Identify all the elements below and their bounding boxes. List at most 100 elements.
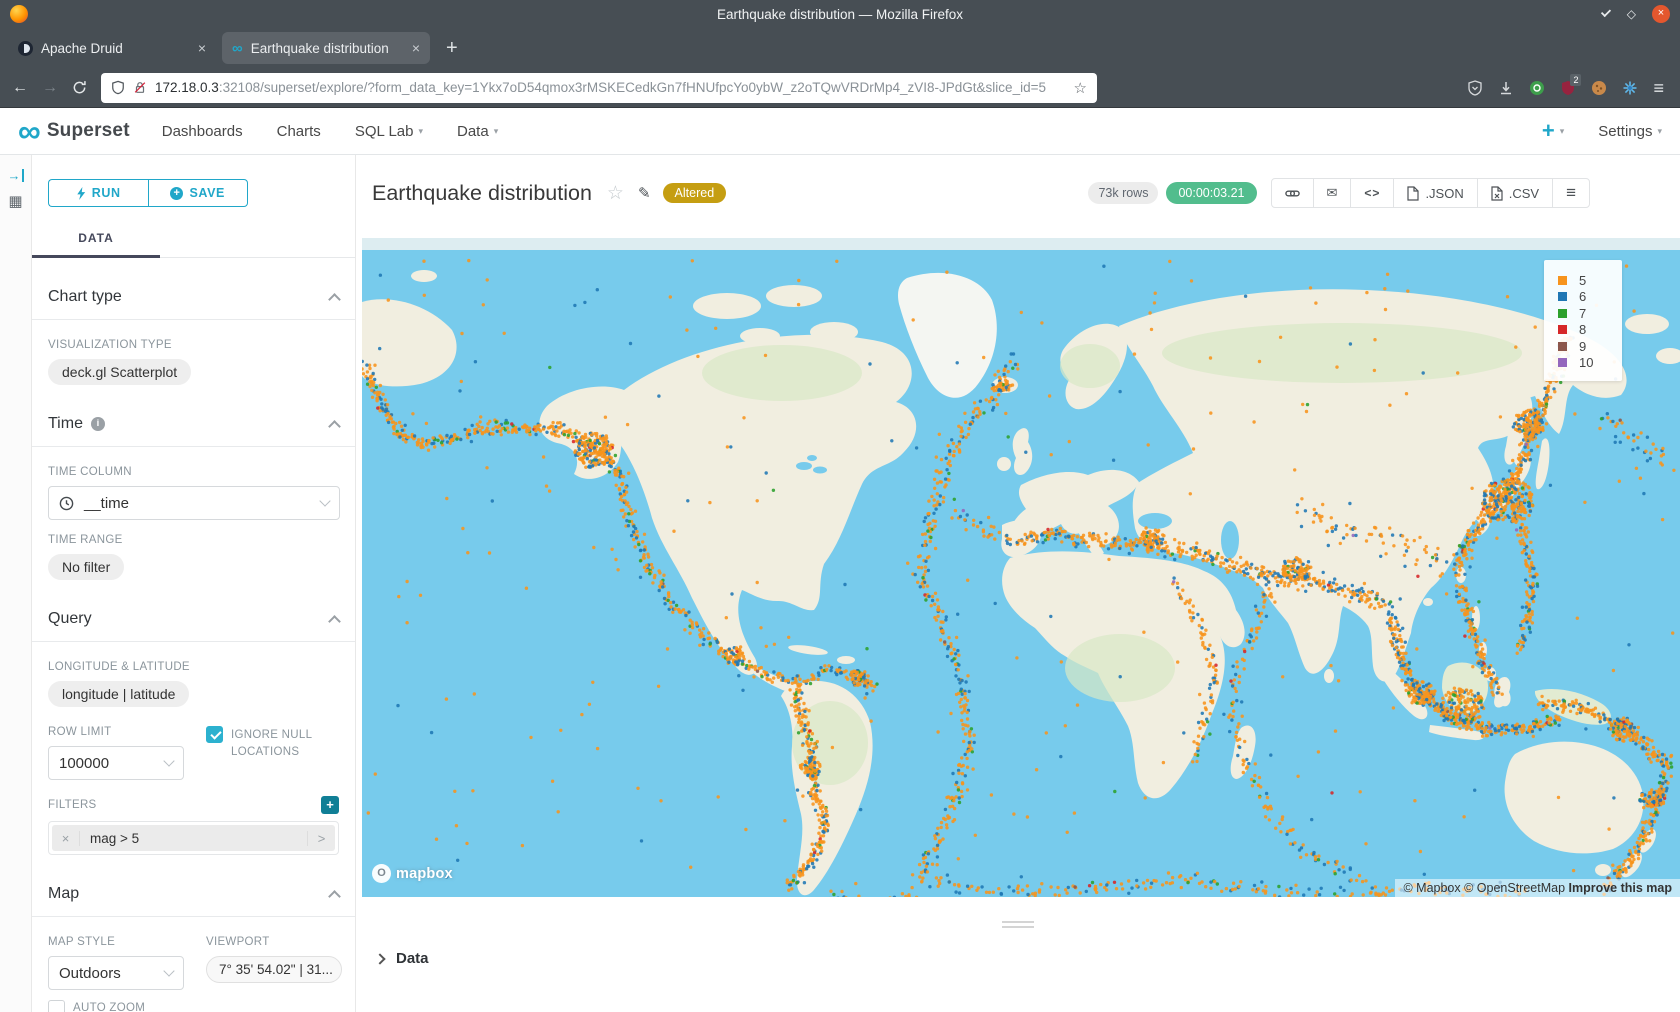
deckgl-scatter-map[interactable]: 5678910 O mapbox © Mapbox © OpenStreetMa… [362, 238, 1680, 897]
legend-swatch [1558, 325, 1567, 334]
filter-chip[interactable]: × mag > 5 > [52, 825, 335, 851]
window-minimize-icon[interactable] [1601, 7, 1611, 17]
firefox-logo-icon [10, 5, 28, 23]
ignore-null-label: IGNORE NULL LOCATIONS [231, 727, 316, 780]
edit-properties-icon[interactable]: ✎ [638, 184, 651, 202]
cookie-extension-icon[interactable] [1591, 80, 1607, 96]
dataset-grid-icon[interactable]: ▦ [8, 194, 22, 209]
legend-item[interactable]: 10 [1558, 355, 1622, 372]
pocket-icon[interactable] [1467, 80, 1483, 96]
export-csv-button[interactable]: .CSV [1477, 178, 1553, 208]
url-text[interactable]: 172.18.0.3:32108/superset/explore/?form_… [155, 80, 1066, 95]
legend-item[interactable]: 8 [1558, 322, 1622, 339]
filter-value[interactable]: mag > 5 [80, 831, 307, 846]
map-style-select[interactable]: Outdoors [48, 956, 184, 990]
run-button[interactable]: RUN [48, 179, 148, 207]
tab-close-icon[interactable]: × [412, 41, 420, 55]
legend-item[interactable]: 6 [1558, 289, 1622, 306]
panel-tabs: DATA [32, 221, 355, 258]
shield-permissions-icon[interactable] [111, 80, 125, 95]
window-close-icon[interactable]: × [1652, 5, 1670, 23]
row-limit-value: 100000 [59, 755, 155, 772]
tab-apache-druid[interactable]: Apache Druid × [8, 32, 216, 64]
collapse-panel-icon[interactable]: → [8, 169, 24, 182]
section-header-time[interactable]: Timei [32, 415, 355, 447]
improve-map-link[interactable]: Improve this map [1569, 881, 1673, 895]
bookmark-star-icon[interactable]: ☆ [1074, 79, 1087, 97]
viewport-pill[interactable]: 7° 35' 54.02" | 31... [206, 956, 342, 983]
section-header-map[interactable]: Map [32, 885, 355, 917]
section-header-chart-type[interactable]: Chart type [32, 288, 355, 320]
legend-item[interactable]: 7 [1558, 305, 1622, 322]
browser-menu-icon[interactable]: ≡ [1653, 79, 1664, 97]
chart-title: Earthquake distribution [372, 181, 592, 206]
panel-resize-handle[interactable] [1002, 921, 1034, 928]
downloads-icon[interactable] [1498, 80, 1514, 96]
mapbox-logo[interactable]: O mapbox [372, 864, 453, 883]
nav-data[interactable]: Data▾ [457, 123, 498, 140]
ublock-icon[interactable]: 2 [1560, 80, 1576, 96]
add-new-button[interactable]: +▾ [1542, 120, 1564, 142]
ignore-null-checkbox[interactable] [206, 726, 223, 743]
back-button[interactable]: ← [12, 80, 28, 96]
chevron-right-icon [374, 953, 385, 964]
time-range-pill[interactable]: No filter [48, 554, 124, 580]
chart-menu-button[interactable]: ≡ [1552, 178, 1590, 208]
mapbox-logo-text: mapbox [396, 866, 453, 882]
expand-filter-icon[interactable]: > [307, 831, 335, 846]
extension-green-icon[interactable] [1529, 80, 1545, 96]
row-limit-select[interactable]: 100000 [48, 746, 184, 780]
legend-swatch [1558, 309, 1567, 318]
remove-filter-icon[interactable]: × [52, 831, 80, 846]
pinwheel-extension-icon[interactable] [1622, 80, 1638, 96]
url-host: 172.18.0.3 [155, 80, 219, 95]
tab-close-icon[interactable]: × [198, 41, 206, 55]
email-button[interactable]: ✉ [1313, 178, 1352, 208]
explore-control-panel: RUN + SAVE DATA Chart type VISUALIZATION… [32, 155, 356, 1012]
add-filter-button[interactable]: + [321, 796, 339, 814]
chevron-down-icon [163, 755, 174, 766]
data-section-toggle[interactable]: Data [372, 950, 1664, 967]
nav-sql-lab[interactable]: SQL Lab▾ [355, 123, 423, 140]
copy-link-button[interactable] [1271, 178, 1314, 208]
settings-menu[interactable]: Settings▾ [1598, 123, 1662, 140]
insecure-lock-icon[interactable] [133, 80, 147, 95]
tab-earthquake-distribution[interactable]: ∞ Earthquake distribution × [222, 32, 430, 64]
new-tab-button[interactable]: + [436, 38, 468, 58]
chevron-up-icon [328, 615, 341, 628]
save-button[interactable]: + SAVE [148, 179, 249, 207]
bolt-icon [76, 187, 86, 200]
lonlat-pill[interactable]: longitude | latitude [48, 681, 189, 707]
control-label: TIME COLUMN [48, 466, 339, 478]
ignore-null-control[interactable]: IGNORE NULL LOCATIONS [206, 726, 316, 780]
window-maximize-icon[interactable]: ◇ [1627, 8, 1636, 20]
plus-circle-icon: + [170, 187, 183, 200]
nav-charts[interactable]: Charts [277, 123, 321, 140]
code-icon: <> [1364, 186, 1380, 200]
envelope-icon: ✉ [1327, 185, 1338, 201]
superset-logo-icon: ∞ [18, 118, 41, 144]
url-bar[interactable]: 172.18.0.3:32108/superset/explore/?form_… [101, 73, 1097, 103]
time-column-select[interactable]: __time [48, 486, 340, 520]
superset-logo[interactable]: ∞ Superset [18, 118, 130, 144]
tab-data[interactable]: DATA [32, 221, 160, 257]
nav-dashboards[interactable]: Dashboards [162, 123, 243, 140]
query-duration-badge: 00:00:03.21 [1166, 182, 1256, 204]
legend-item[interactable]: 5 [1558, 272, 1622, 289]
auto-zoom-checkbox[interactable] [48, 1000, 65, 1012]
export-json-button[interactable]: .JSON [1393, 178, 1477, 208]
legend-label: 9 [1579, 339, 1586, 354]
chevron-up-icon [328, 420, 341, 433]
chevron-down-icon [319, 495, 330, 506]
forward-button[interactable]: → [42, 80, 58, 96]
embed-code-button[interactable]: <> [1350, 178, 1394, 208]
browser-toolbar: ← → 172.18.0.3:32108/superset/explore/?f… [0, 68, 1680, 108]
results-panel: Data [372, 897, 1664, 967]
viz-type-pill[interactable]: deck.gl Scatterplot [48, 359, 191, 385]
legend-swatch [1558, 276, 1567, 285]
section-header-query[interactable]: Query [32, 610, 355, 642]
window-title: Earthquake distribution — Mozilla Firefo… [717, 7, 963, 22]
reload-icon[interactable] [72, 80, 87, 95]
favorite-star-icon[interactable]: ☆ [607, 182, 624, 205]
legend-item[interactable]: 9 [1558, 338, 1622, 355]
